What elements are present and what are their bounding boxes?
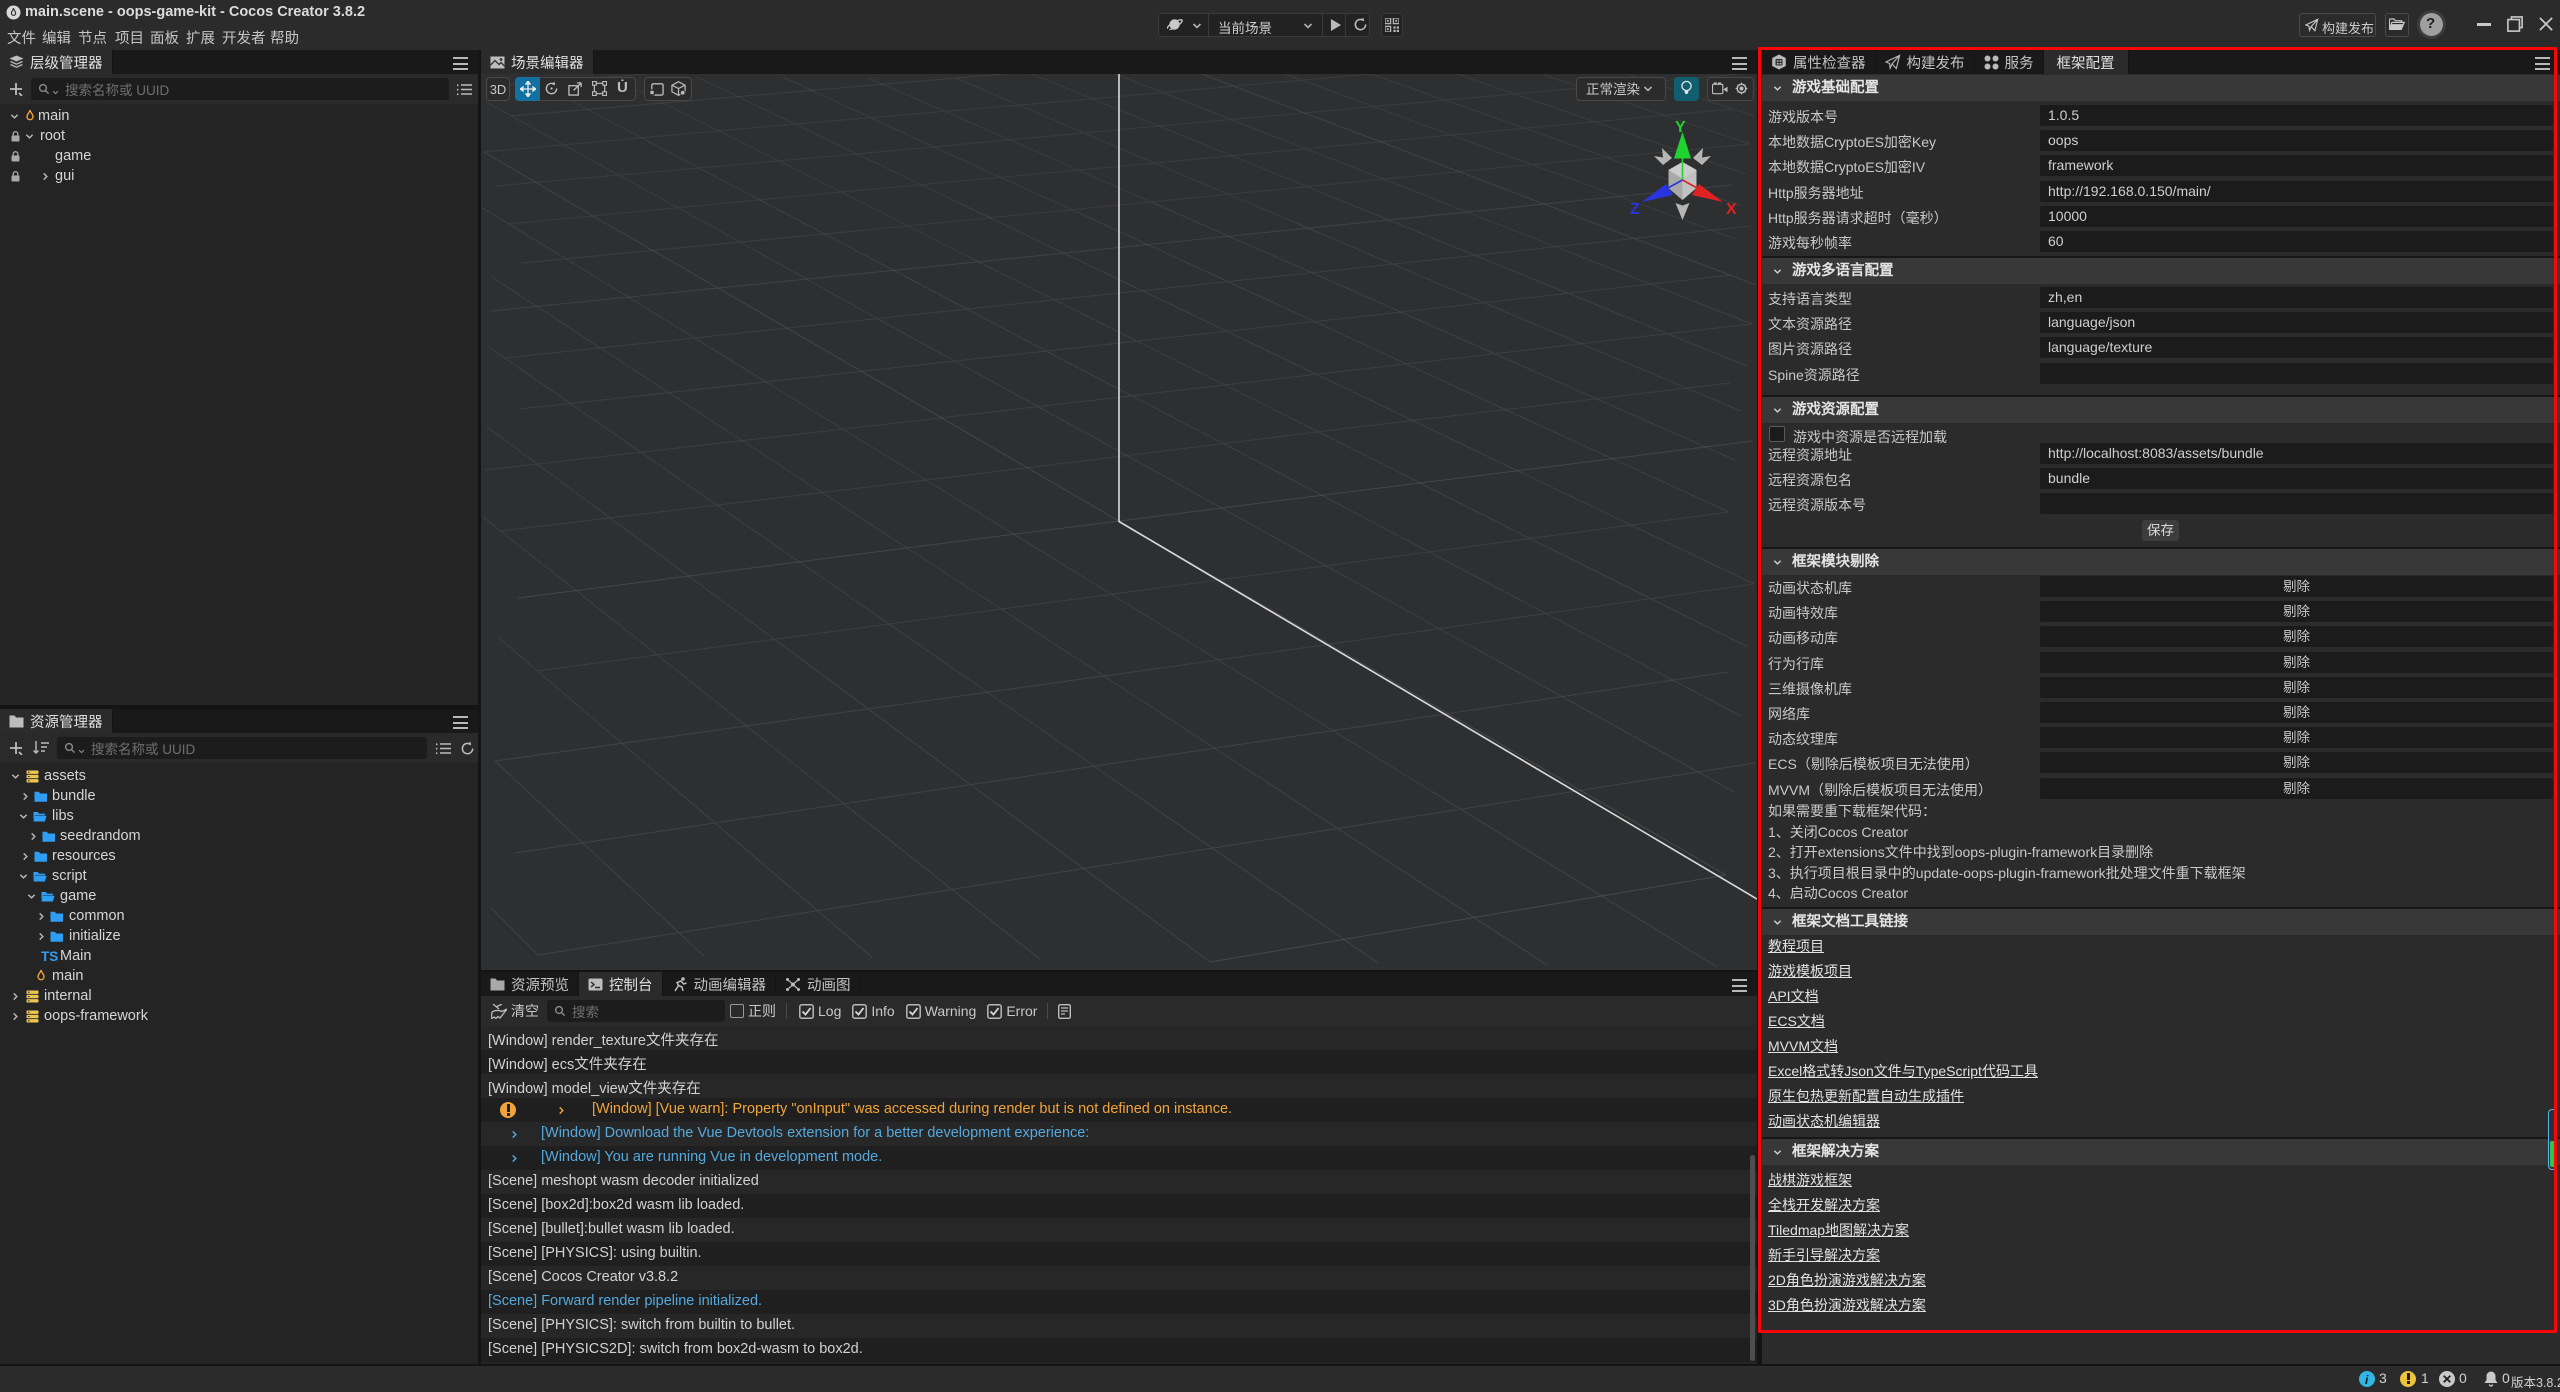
- svg-text:X: X: [1726, 201, 1737, 218]
- svg-text:Y: Y: [1675, 119, 1686, 136]
- svg-text:Z: Z: [1630, 201, 1640, 218]
